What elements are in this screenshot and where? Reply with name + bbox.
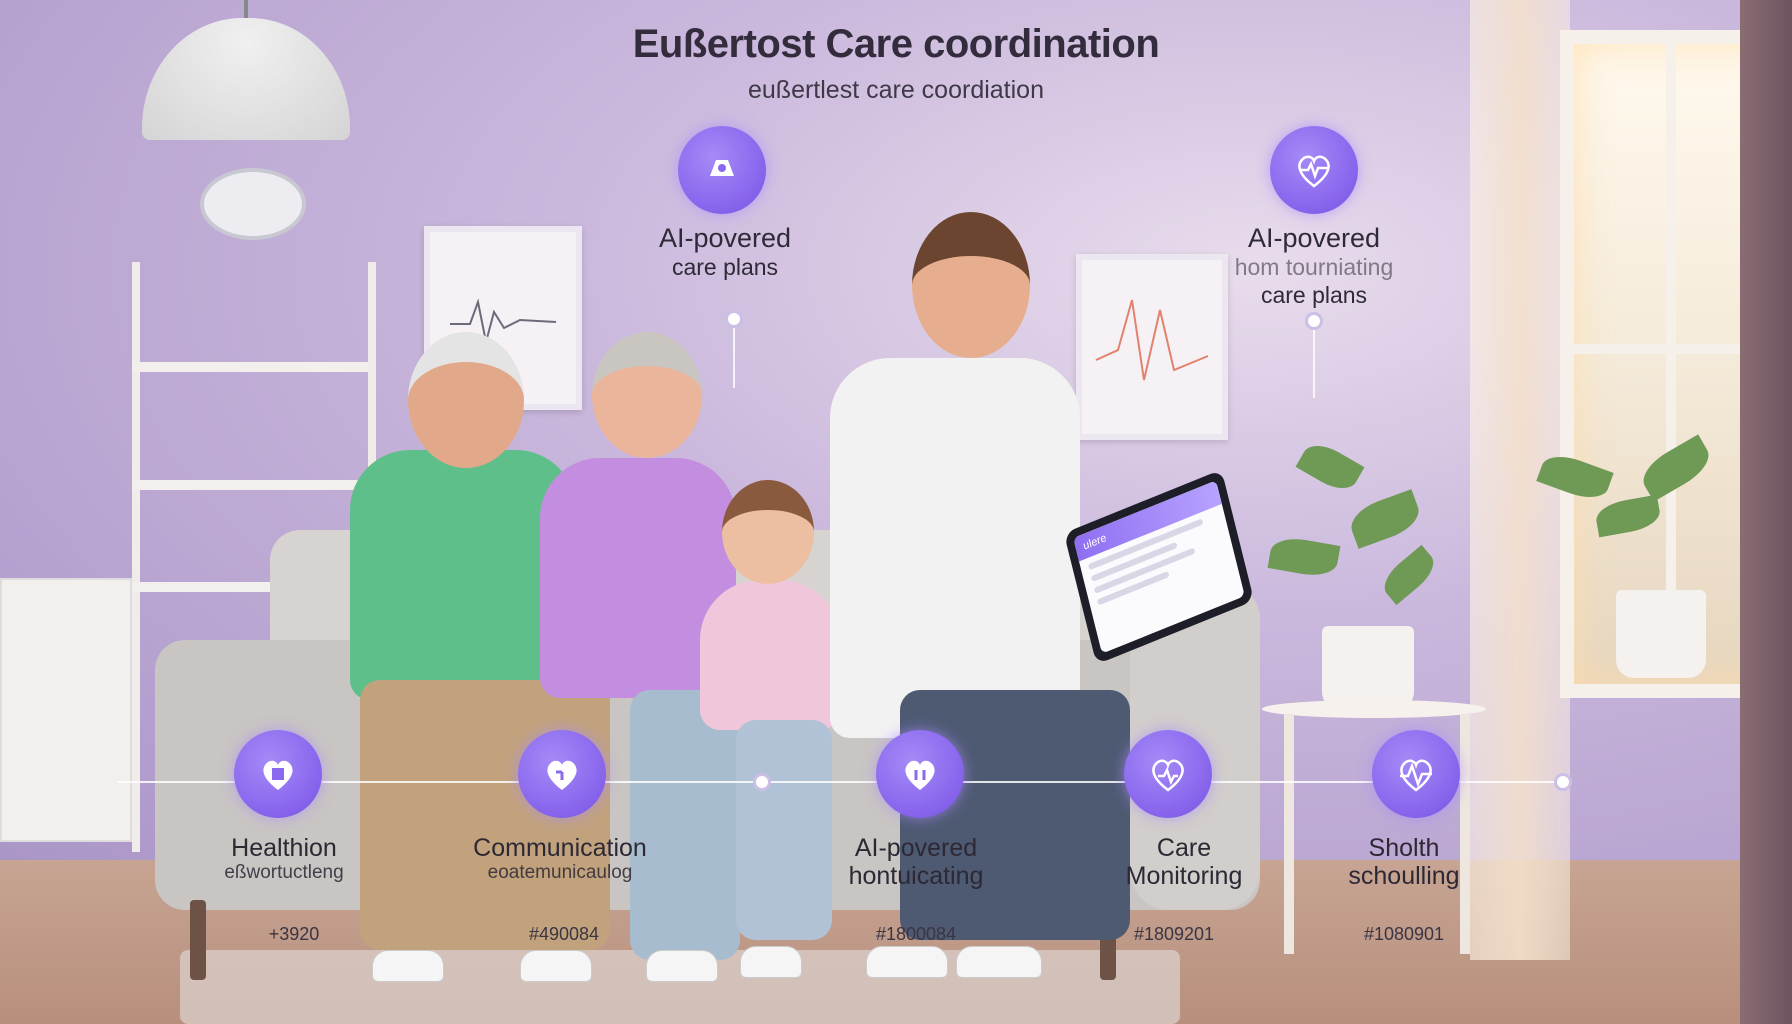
timeline-node [753, 773, 771, 791]
lamp-cord [244, 0, 248, 20]
heart-icon [518, 730, 606, 818]
step-5-title: Sholth [1368, 834, 1440, 862]
top-feature-1: AI-povered care plans [620, 222, 830, 282]
page-subtitle: eußertlest care coordiation [748, 76, 1044, 104]
step-5-code: #1080901 [1363, 924, 1445, 944]
step-1-code: +3920 [268, 924, 320, 944]
step-4-code: #1809201 [1133, 924, 1215, 944]
side-table [1262, 700, 1486, 718]
heart-hands-icon [905, 760, 935, 790]
timeline-step-4: Care Monitoring [1064, 834, 1304, 890]
top-feature-2-line2: hom tourniating [1234, 254, 1394, 281]
top-feature-2-line1: AI-povered [1247, 223, 1381, 253]
step-3-title: AI-povered [854, 834, 978, 862]
timeline-step-1: Healthion eßwortuctleng [164, 834, 404, 883]
health-kit-icon [263, 760, 293, 790]
shelf-board [132, 480, 368, 490]
tablet-brand: ulere [1082, 531, 1108, 553]
step-3-code: #1800084 [875, 924, 957, 944]
top-feature-1-line1: AI-povered [658, 223, 792, 253]
heartbeat-icon [1270, 126, 1358, 214]
pulse-icon [1400, 759, 1432, 792]
health-kit-icon [234, 730, 322, 818]
top-feature-1-line2: care plans [671, 254, 779, 281]
assist-icon [678, 126, 766, 214]
sofa-leg [190, 900, 206, 980]
top-feature-2-line3: care plans [1260, 281, 1368, 308]
heartbeat-icon [1298, 155, 1330, 188]
timeline-step-5: Sholth schoulling [1284, 834, 1524, 890]
step-2-subtitle: eoatemunicaulog [487, 862, 633, 883]
step-4-title: Care [1156, 834, 1212, 862]
step-1-title: Healthion [231, 834, 337, 862]
page-title: Eußertost Care coordination [632, 22, 1160, 66]
assist-icon [710, 160, 734, 176]
step-1-subtitle: eßwortuctleng [224, 862, 344, 883]
step-2-title: Communication [473, 834, 647, 862]
step-4-subtitle: Monitoring [1125, 862, 1243, 890]
dark-curtain [1740, 0, 1792, 1024]
heart-pulse-icon [1124, 730, 1212, 818]
plant-pot [1616, 590, 1706, 678]
wall-clock [200, 168, 306, 240]
step-2-code: #490084 [528, 924, 600, 944]
step-3-subtitle: hontuicating [848, 862, 984, 890]
timeline-step-2: Communication eoatemunicaulog [440, 834, 680, 883]
connector-line [733, 318, 735, 388]
connector-node [725, 310, 743, 328]
connector-line [1313, 318, 1315, 398]
pulse-icon [1372, 730, 1460, 818]
shelf-board [132, 362, 368, 372]
timeline-step-3: AI-povered hontuicating [796, 834, 1036, 890]
timeline-line [118, 781, 1558, 783]
top-feature-2: AI-povered hom tourniating care plans [1206, 222, 1422, 310]
dresser [0, 578, 132, 842]
heart-pulse-icon [1152, 759, 1184, 792]
timeline-node [1554, 773, 1572, 791]
step-5-subtitle: schoulling [1348, 862, 1460, 890]
heart-icon [547, 760, 577, 790]
connector-node [1305, 312, 1323, 330]
plant-pot [1322, 626, 1414, 710]
heart-hands-icon [876, 730, 964, 818]
